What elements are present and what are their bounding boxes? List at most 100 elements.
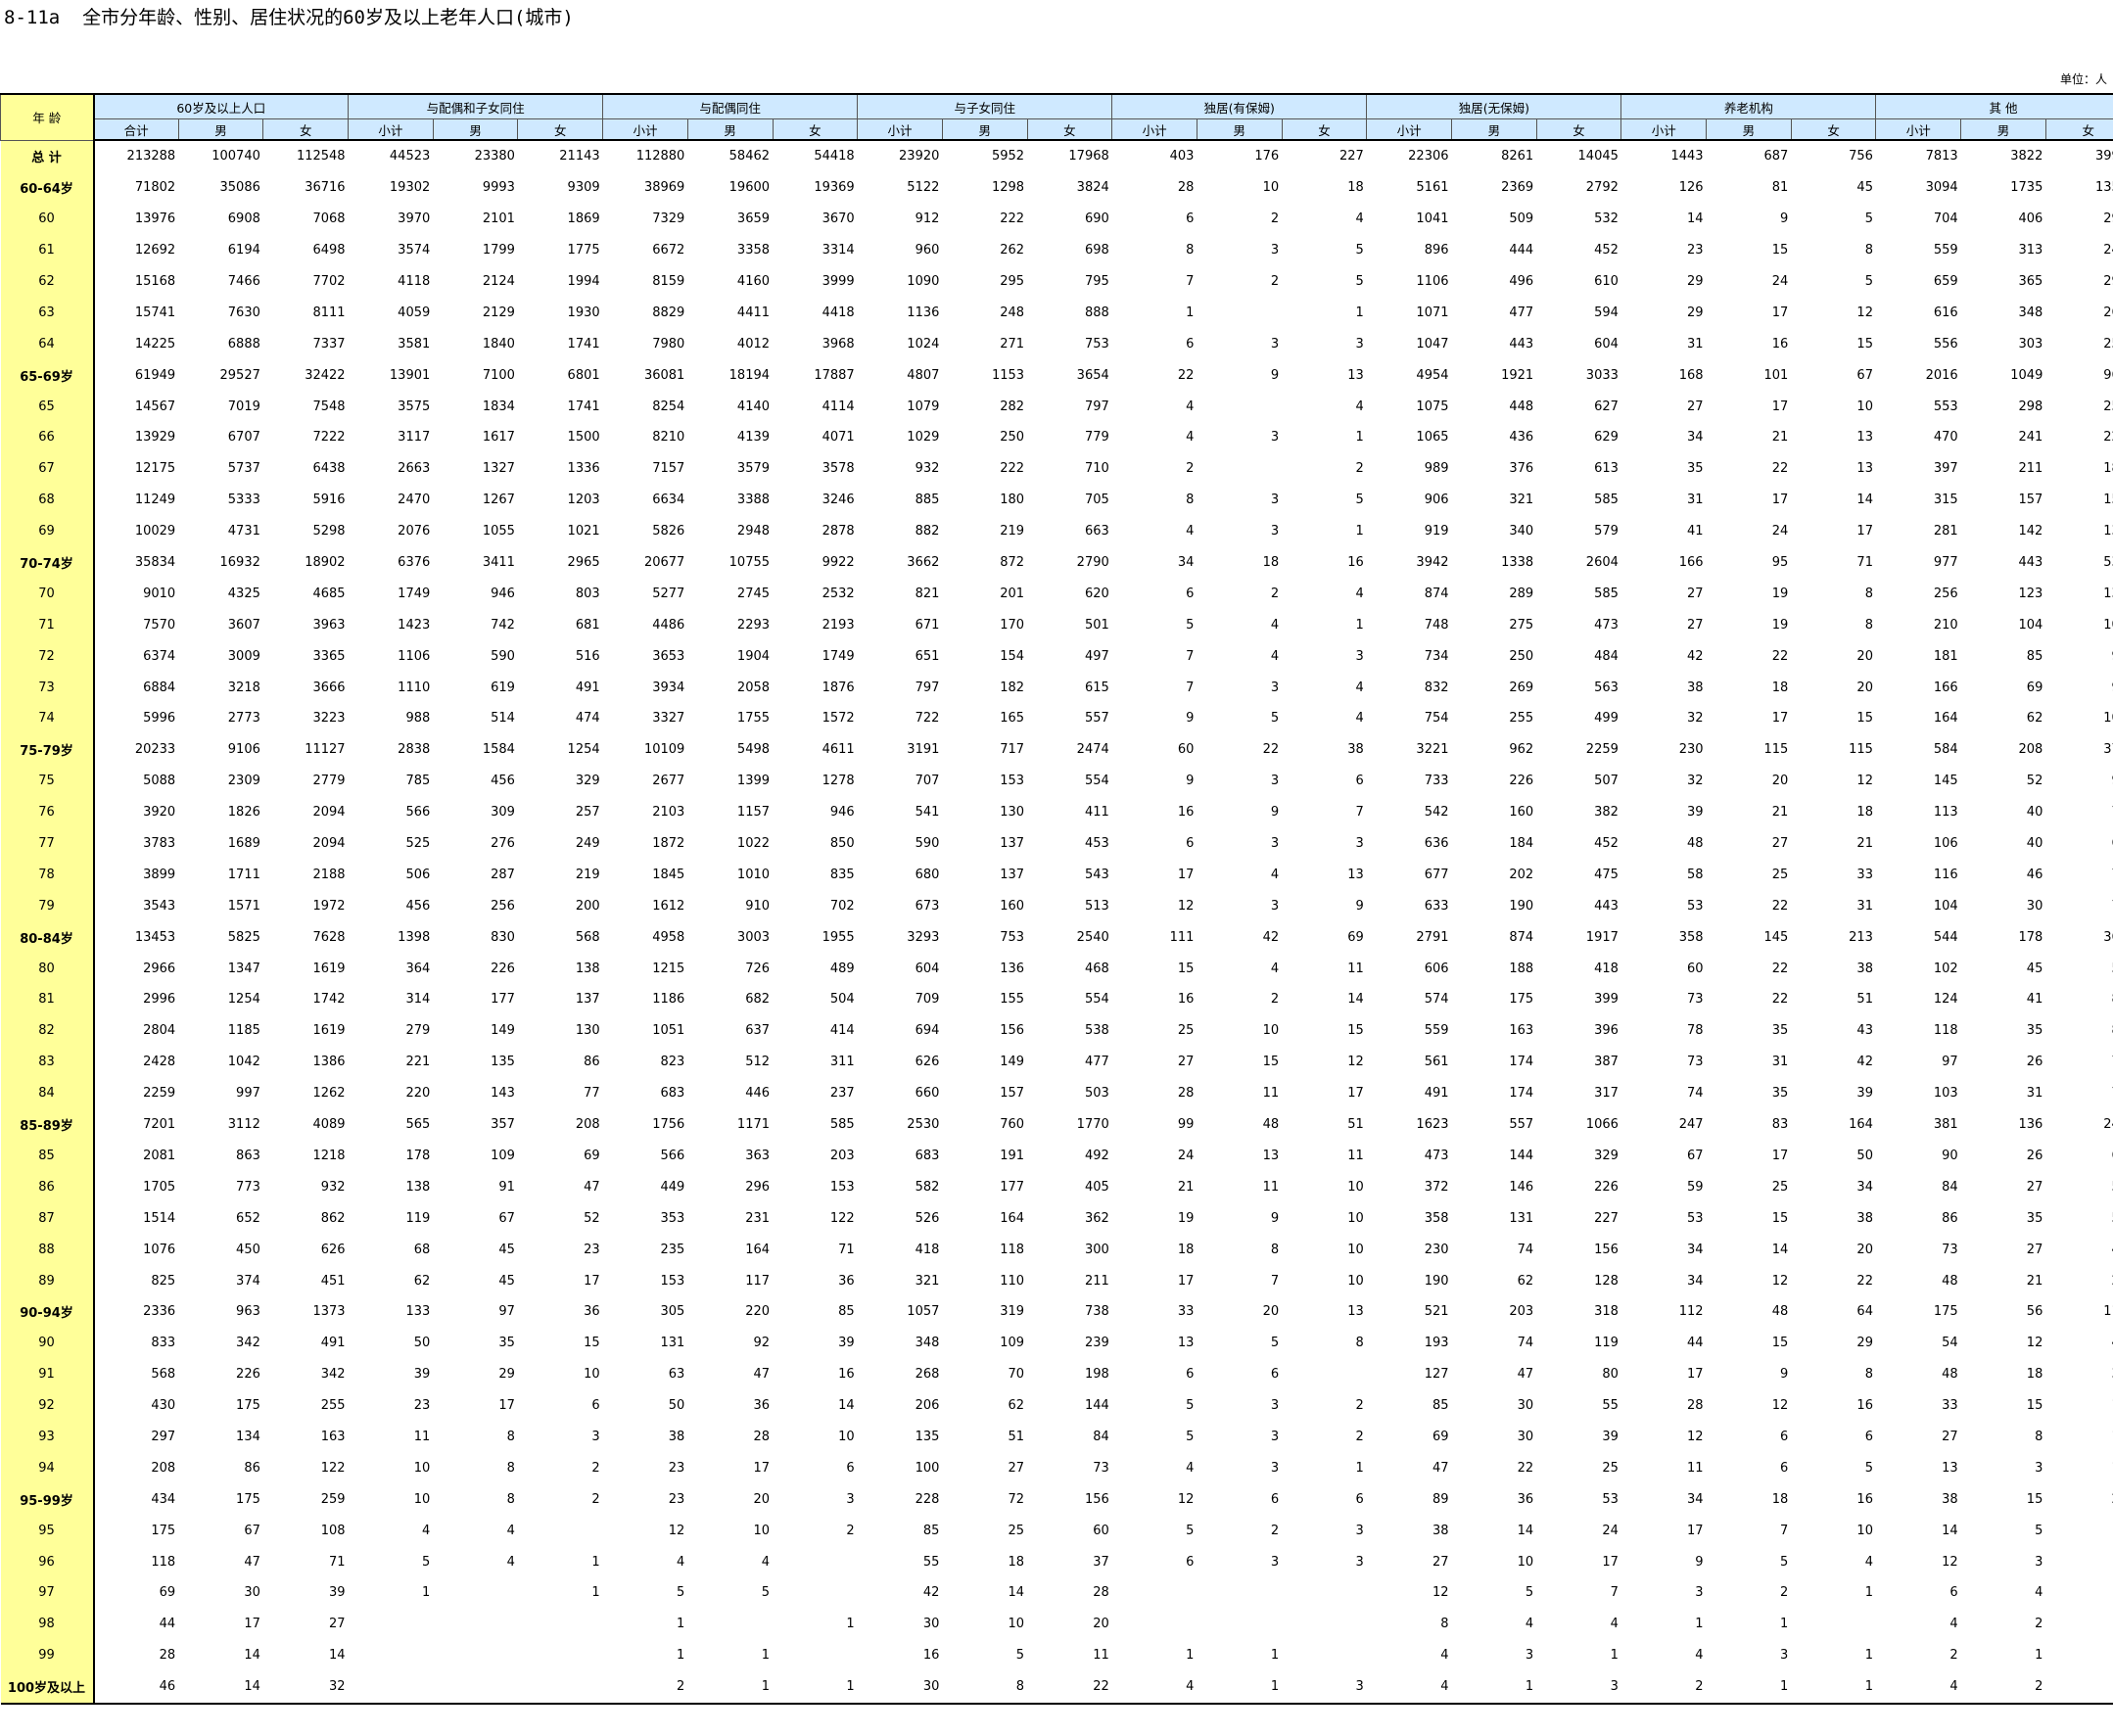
value-cell: 1215 — [652, 961, 685, 976]
value-cell: 14 — [244, 1648, 260, 1664]
value-cell: 633 — [1424, 898, 1449, 914]
value-cell: 8 — [1355, 1336, 1364, 1351]
value-cell: 1051 — [652, 1023, 685, 1039]
value-cell: 594 — [1594, 305, 1619, 320]
sub-header: 合计 — [93, 118, 179, 141]
age-cell: 78 — [0, 859, 95, 891]
value-cell: 73 — [1687, 1055, 1704, 1070]
sub-header: 男 — [1960, 118, 2046, 141]
value-cell: 16 — [838, 1367, 855, 1383]
value-cell: 1955 — [822, 929, 855, 945]
value-cell: 3314 — [822, 243, 855, 258]
value-cell: 174 — [1509, 1055, 1534, 1070]
value-cell: 2293 — [736, 617, 771, 633]
value-cell: 45 — [1856, 180, 1873, 196]
value-cell: 557 — [1084, 711, 1109, 727]
value-cell: 748 — [1424, 617, 1449, 633]
table-row: 60 13976 6908 7068 3970 2101 1869 7329 3659 3670 9… — [0, 203, 2113, 235]
value-cell: 7630 — [227, 305, 260, 320]
value-cell: 20 — [1262, 1304, 1280, 1320]
value-cell: 23 — [2045, 1483, 2113, 1515]
value-cell: 2188 — [312, 867, 346, 882]
value-cell: 3 — [1525, 1648, 1534, 1664]
value-cell: 17 — [498, 1398, 515, 1414]
value-cell: 1840 — [482, 336, 515, 352]
value-cell: 39 — [1687, 805, 1704, 821]
table-row: 66 13929 6707 7222 3117 1617 1500 8210 4139 4071 1… — [0, 422, 2113, 453]
value-cell — [433, 1577, 518, 1609]
age-cell: 95 — [0, 1515, 95, 1547]
value-cell: 178 — [405, 1148, 431, 1163]
age-cell: 83 — [0, 1046, 95, 1078]
value-cell: 3388 — [736, 493, 771, 508]
value-cell: 176 — [1254, 149, 1280, 164]
value-cell: 71802 — [134, 180, 176, 196]
value-cell: 14 — [1687, 211, 1704, 227]
value-cell: 850 — [829, 836, 855, 852]
value-cell: 1347 — [227, 961, 260, 976]
value-cell: 671 — [915, 617, 940, 633]
value-cell: 705 — [1084, 493, 1109, 508]
value-cell: 1071 — [1416, 305, 1449, 320]
value-cell — [1282, 1640, 1367, 1671]
value-cell: 40 — [2026, 805, 2043, 821]
value-cell: 112880 — [635, 149, 685, 164]
value-cell: 1 — [1864, 1585, 1873, 1601]
value-cell: 6 — [1270, 1367, 1280, 1383]
value-cell: 268 — [2103, 305, 2113, 320]
table-row: 65 14567 7019 7548 3575 1834 1741 8254 4140 4114 1… — [0, 391, 2113, 423]
value-cell: 3 — [1282, 1670, 1367, 1705]
value-cell: 106 — [1933, 836, 1958, 852]
value-cell: 1398 — [398, 929, 431, 945]
table-row: 95 175 67 108 4 4 12 10 2 85 25 60 5 2 3 38 14 24 17 7 10 14 5… — [0, 1515, 2113, 1547]
value-cell: 164 — [1000, 1210, 1025, 1226]
value-cell: 157 — [2018, 493, 2043, 508]
value-cell: 23 — [668, 1491, 685, 1507]
value-cell: 403 — [1169, 149, 1195, 164]
value-cell: 3654 — [1076, 367, 1109, 383]
value-cell: 228 — [915, 1491, 940, 1507]
value-cell: 73 — [1093, 1460, 1109, 1476]
value-cell: 48 — [1262, 1117, 1280, 1133]
value-cell: 742 — [491, 617, 515, 633]
value-cell: 5 — [1186, 1429, 1195, 1444]
value-cell: 619 — [491, 680, 515, 695]
value-cell: 17 — [1347, 1086, 1364, 1102]
value-cell — [1197, 297, 1282, 328]
value-cell: 492 — [1084, 1148, 1109, 1163]
value-cell: 54418 — [814, 149, 855, 164]
value-cell: 95 — [1771, 555, 1789, 571]
value-cell: 1 — [1355, 524, 1364, 540]
value-cell: 106 — [2103, 617, 2113, 633]
value-cell: 2 — [591, 1460, 600, 1476]
value-cell: 3666 — [312, 680, 346, 695]
value-cell: 53 — [1602, 1491, 1619, 1507]
age-cell: 74 — [0, 703, 95, 734]
value-cell: 507 — [1594, 774, 1619, 789]
value-cell: 4012 — [736, 336, 771, 352]
value-cell: 5277 — [652, 586, 685, 601]
table-row: 64 14225 6888 7337 3581 1840 1741 7980 4012 3968 1… — [0, 328, 2113, 360]
value-cell: 31 — [1687, 336, 1704, 352]
value-cell: 30 — [1517, 1398, 1534, 1414]
value-cell: 1338 — [1501, 555, 1534, 571]
value-cell: 70 — [2045, 859, 2113, 890]
value-cell: 15 — [1771, 1336, 1789, 1351]
value-cell: 9 — [1270, 1210, 1280, 1226]
value-cell: 101 — [1763, 367, 1789, 383]
value-cell: 8 — [942, 1670, 1028, 1705]
value-cell: 250 — [1000, 430, 1025, 446]
value-cell: 2792 — [1585, 180, 1619, 196]
value-cell: 48 — [1942, 1273, 1958, 1289]
value-cell: 4089 — [312, 1117, 346, 1133]
value-cell: 2948 — [736, 524, 771, 540]
value-cell: 110 — [1000, 1273, 1025, 1289]
value-cell: 7201 — [143, 1117, 176, 1133]
age-cell: 85 — [0, 1140, 95, 1172]
value-cell: 5 — [1779, 1554, 1789, 1570]
value-cell: 27 — [1432, 1554, 1449, 1570]
value-cell: 295 — [1000, 274, 1025, 289]
value-cell: 20677 — [643, 555, 685, 571]
value-cell: 7068 — [312, 211, 346, 227]
value-cell: 7702 — [312, 274, 346, 289]
